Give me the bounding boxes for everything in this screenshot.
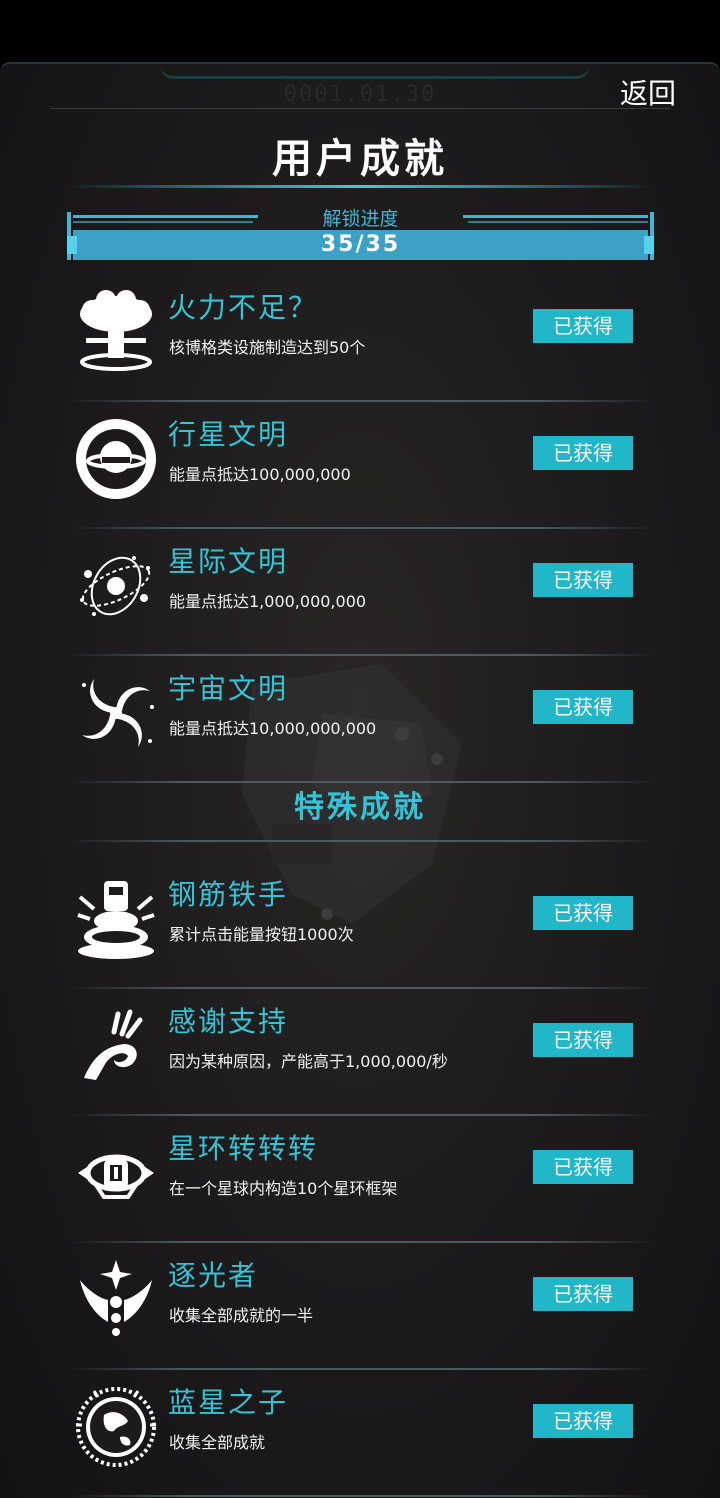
press-button-icon bbox=[77, 881, 155, 959]
achievements-panel: 0001.01.30 返回 用户成就 解锁进度 35/35 火力不足？ 核博格类… bbox=[0, 62, 720, 1498]
achievement-status-button[interactable]: 已获得 bbox=[533, 1023, 633, 1057]
achievement-status-button[interactable]: 已获得 bbox=[533, 690, 633, 724]
achievement-name: 逐光者 bbox=[168, 1259, 259, 1292]
section-divider bbox=[68, 840, 655, 842]
status-bar bbox=[0, 0, 720, 62]
earth-emblem-icon bbox=[76, 1387, 156, 1467]
panel-tab-decoration bbox=[160, 64, 590, 79]
galaxy-swirl-icon bbox=[82, 679, 154, 747]
achievement-row: 星际文明 能量点抵达1,000,000,000 已获得 bbox=[68, 528, 655, 656]
ring-station-icon bbox=[78, 1154, 154, 1199]
achievement-status-button[interactable]: 已获得 bbox=[533, 1404, 633, 1438]
top-divider bbox=[50, 108, 670, 109]
achievement-name: 蓝星之子 bbox=[168, 1386, 289, 1419]
special-section-title: 特殊成就 bbox=[294, 790, 426, 825]
achievement-desc: 能量点抵达100,000,000 bbox=[169, 465, 351, 484]
achievement-desc: 核博格类设施制造达到50个 bbox=[169, 338, 366, 357]
title-divider bbox=[68, 185, 653, 188]
mushroom-cloud-icon bbox=[80, 290, 152, 371]
winged-star-icon bbox=[80, 1260, 152, 1336]
achievement-desc: 收集全部成就的一半 bbox=[169, 1306, 314, 1325]
achievement-row: 蓝星之子 收集全部成就 已获得 bbox=[68, 1369, 655, 1497]
achievement-name: 感谢支持 bbox=[168, 1005, 289, 1038]
star-system-icon bbox=[80, 556, 151, 616]
achievement-desc: 能量点抵达10,000,000,000 bbox=[169, 719, 377, 738]
achievement-status-button[interactable]: 已获得 bbox=[533, 896, 633, 930]
achievement-row: 行星文明 能量点抵达100,000,000 已获得 bbox=[68, 401, 655, 529]
achievement-name: 宇宙文明 bbox=[168, 672, 289, 705]
achievement-desc: 因为某种原因，产能高于1,000,000/秒 bbox=[169, 1052, 448, 1071]
achievement-desc: 累计点击能量按钮1000次 bbox=[169, 925, 354, 944]
back-button[interactable]: 返回 bbox=[612, 74, 684, 114]
achievement-name: 星环转转转 bbox=[168, 1132, 319, 1165]
achievement-name: 行星文明 bbox=[168, 418, 289, 451]
planet-ring-icon bbox=[76, 419, 156, 499]
achievement-row: 火力不足？ 核博格类设施制造达到50个 已获得 bbox=[68, 274, 655, 402]
unlock-progress: 解锁进度 35/35 bbox=[67, 208, 654, 262]
achievement-name: 钢筋铁手 bbox=[168, 878, 289, 911]
achievement-row: 宇宙文明 能量点抵达10,000,000,000 已获得 bbox=[68, 655, 655, 783]
progress-value: 35/35 bbox=[320, 232, 401, 257]
progress-label: 解锁进度 bbox=[322, 208, 399, 230]
achievement-desc: 在一个星球内构造10个星环框架 bbox=[169, 1179, 398, 1198]
achievement-row: 感谢支持 因为某种原因，产能高于1,000,000/秒 已获得 bbox=[68, 988, 655, 1116]
achievement-row: 星环转转转 在一个星球内构造10个星环框架 已获得 bbox=[68, 1115, 655, 1243]
achievement-row: 钢筋铁手 累计点击能量按钮1000次 已获得 bbox=[68, 861, 655, 989]
ok-hand-icon bbox=[84, 1009, 143, 1080]
achievement-desc: 能量点抵达1,000,000,000 bbox=[169, 592, 367, 611]
achievement-status-button[interactable]: 已获得 bbox=[533, 436, 633, 470]
achievement-desc: 收集全部成就 bbox=[169, 1433, 266, 1452]
achievement-name: 星际文明 bbox=[168, 545, 289, 578]
page-title: 用户成就 bbox=[272, 136, 448, 182]
achievement-status-button[interactable]: 已获得 bbox=[533, 1277, 633, 1311]
row-divider bbox=[68, 1495, 655, 1497]
achievement-row: 逐光者 收集全部成就的一半 已获得 bbox=[68, 1242, 655, 1370]
achievement-status-button[interactable]: 已获得 bbox=[533, 309, 633, 343]
achievement-name: 火力不足？ bbox=[168, 291, 319, 324]
achievement-status-button[interactable]: 已获得 bbox=[533, 1150, 633, 1184]
achievement-status-button[interactable]: 已获得 bbox=[533, 563, 633, 597]
